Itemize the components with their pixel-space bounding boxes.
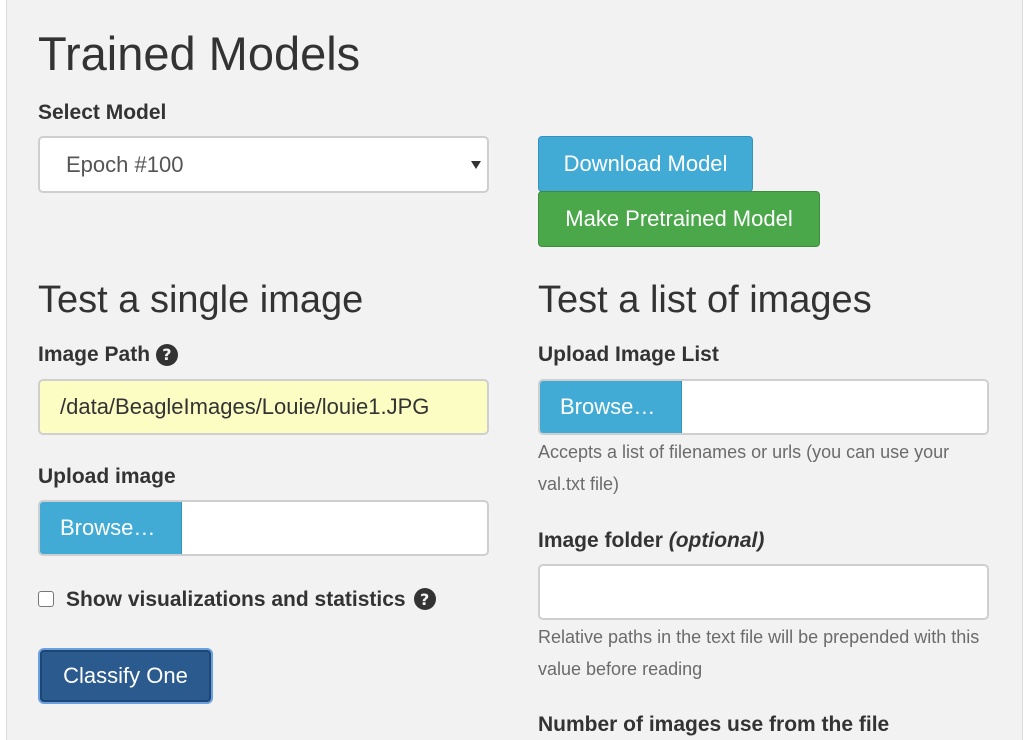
image-folder-label-text: Image folder — [538, 529, 663, 552]
image-folder-input[interactable] — [538, 564, 989, 620]
single-image-heading: Test a single image — [38, 279, 364, 321]
download-model-button[interactable]: Download Model — [538, 136, 753, 192]
upload-image-label: Upload image — [38, 465, 176, 488]
show-visualizations-row: Show visualizations and statistics ? — [38, 588, 436, 610]
upload-image-filename — [182, 502, 487, 554]
caret-down-icon — [471, 160, 481, 169]
show-visualizations-checkbox[interactable] — [38, 591, 54, 607]
question-circle-icon[interactable]: ? — [155, 344, 178, 367]
upload-image-list-help: Accepts a list of filenames or urls (you… — [538, 442, 950, 494]
image-path-label: Image Path ? — [38, 343, 178, 367]
show-visualizations-label: Show visualizations and statistics — [66, 587, 406, 611]
image-path-value: /data/BeagleImages/Louie/louie1.JPG — [60, 394, 430, 419]
select-model-label: Select Model — [38, 101, 167, 124]
image-folder-label: Image folder (optional) — [538, 530, 764, 551]
upload-image-list-input[interactable]: Browse… — [538, 379, 989, 435]
image-path-label-text: Image Path — [38, 343, 151, 366]
image-folder-help: Relative paths in the text file will be … — [538, 627, 980, 679]
model-select[interactable]: Epoch #100 — [38, 136, 489, 193]
classify-one-button[interactable]: Classify One — [40, 650, 211, 702]
upload-image-list-browse-button[interactable]: Browse… — [540, 381, 682, 433]
upload-image-list-label: Upload Image List — [538, 343, 719, 366]
question-circle-icon[interactable]: ? — [413, 588, 436, 610]
page-title: Trained Models — [38, 27, 361, 80]
image-path-input[interactable]: /data/BeagleImages/Louie/louie1.JPG — [38, 379, 489, 435]
model-select-value: Epoch #100 — [66, 151, 184, 177]
image-folder-optional: (optional) — [668, 529, 765, 552]
image-list-heading: Test a list of images — [538, 279, 872, 321]
make-pretrained-model-button[interactable]: Make Pretrained Model — [538, 191, 820, 247]
upload-image-browse-button[interactable]: Browse… — [40, 502, 182, 554]
upload-image-input[interactable]: Browse… — [38, 500, 489, 556]
upload-image-list-filename — [682, 381, 987, 433]
